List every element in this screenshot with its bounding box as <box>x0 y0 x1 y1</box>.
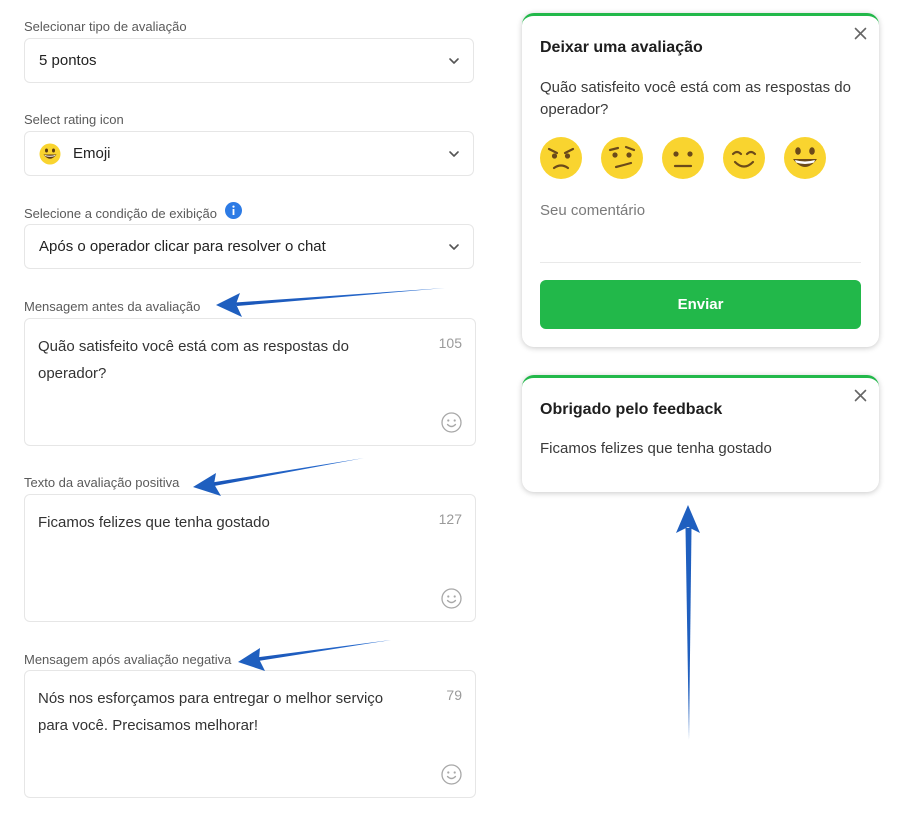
positive-text-label: Texto da avaliação positiva <box>24 475 180 490</box>
char-counter: 105 <box>438 335 462 351</box>
negative-text-label: Mensagem após avaliação negativa <box>24 652 232 667</box>
emoji-picker-icon[interactable] <box>441 588 462 609</box>
rating-widget-preview: Deixar uma avaliação Quão satisfeito voc… <box>522 13 879 347</box>
thanks-widget-message: Ficamos felizes que tenha gostado <box>540 440 772 457</box>
message-before-textarea[interactable]: Quão satisfeito você está com as respost… <box>24 318 476 446</box>
chevron-down-icon <box>449 57 459 64</box>
message-before-text: Quão satisfeito você está com as respost… <box>38 338 349 382</box>
display-condition-value: Após o operador clicar para resolver o c… <box>39 238 326 255</box>
thanks-widget-title: Obrigado pelo feedback <box>540 401 723 418</box>
positive-text-textarea[interactable]: Ficamos felizes que tenha gostado 127 <box>24 494 476 622</box>
negative-text-textarea[interactable]: Nós nos esforçamos para entregar o melho… <box>24 670 476 798</box>
info-icon[interactable] <box>225 202 242 219</box>
angry-face-icon[interactable] <box>539 136 583 180</box>
emoji-picker-icon[interactable] <box>441 764 462 785</box>
neutral-face-icon[interactable] <box>661 136 705 180</box>
display-condition-select[interactable]: Após o operador clicar para resolver o c… <box>24 224 474 269</box>
arrow-to-negative-text <box>238 640 391 671</box>
rating-icon-value: Emoji <box>73 145 111 162</box>
rating-widget-question: Quão satisfeito você está com as respost… <box>540 79 851 118</box>
thanks-widget-preview: Obrigado pelo feedback Ficamos felizes q… <box>522 375 879 492</box>
rating-icon-select[interactable]: Emoji <box>24 131 474 176</box>
send-button[interactable]: Enviar <box>540 280 861 329</box>
negative-text-value: Nós nos esforçamos para entregar o melho… <box>38 690 384 734</box>
chevron-down-icon <box>449 243 459 250</box>
rating-type-label: Selecionar tipo de avaliação <box>24 19 187 34</box>
arrow-to-message-before <box>216 288 445 317</box>
rating-widget-title: Deixar uma avaliação <box>540 39 703 56</box>
smirk-face-icon[interactable] <box>600 136 644 180</box>
arrow-to-thanks-card <box>676 505 700 740</box>
rating-type-select[interactable]: 5 pontos <box>24 38 474 83</box>
chevron-down-icon <box>449 150 459 157</box>
char-counter: 127 <box>438 511 462 527</box>
message-before-label: Mensagem antes da avaliação <box>24 299 201 314</box>
rating-type-value: 5 pontos <box>39 52 97 69</box>
close-icon[interactable] <box>854 389 867 402</box>
rating-icon-label: Select rating icon <box>24 112 124 127</box>
comment-input[interactable]: Seu comentário <box>540 196 861 263</box>
positive-text-value: Ficamos felizes que tenha gostado <box>38 514 270 531</box>
display-condition-label: Selecione a condição de exibição <box>24 206 217 221</box>
arrow-to-positive-text <box>193 458 364 496</box>
grin-emoji-icon <box>39 143 61 164</box>
grin-face-icon[interactable] <box>783 136 827 180</box>
emoji-picker-icon[interactable] <box>441 412 462 433</box>
close-icon[interactable] <box>854 27 867 40</box>
smile-face-icon[interactable] <box>722 136 766 180</box>
char-counter: 79 <box>446 687 462 703</box>
